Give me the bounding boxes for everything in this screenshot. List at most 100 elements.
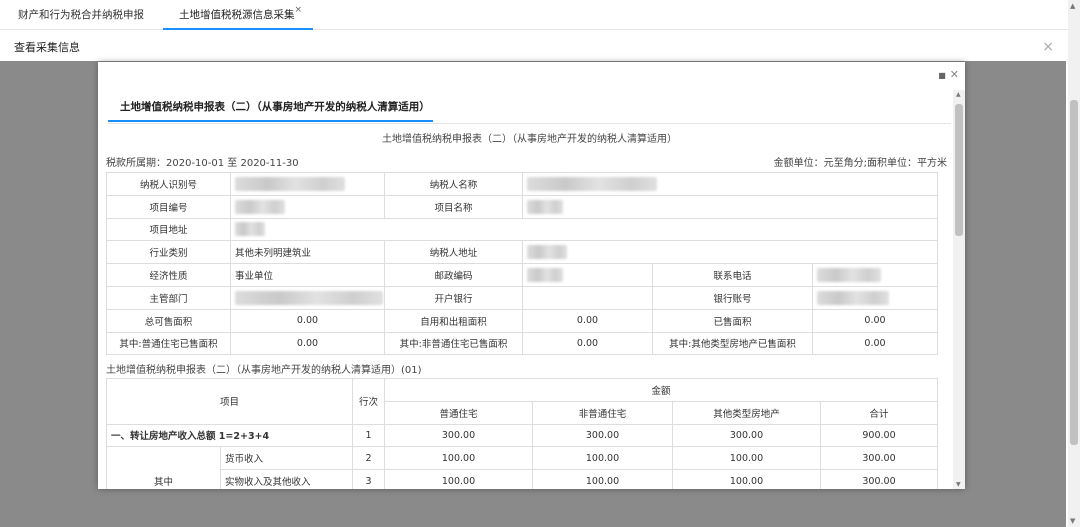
dept-value (230, 285, 385, 310)
table-row: 一、转让房地产收入总额 1=2+3+4 1 300.00 300.00 300.… (105, 423, 939, 448)
modal-tools: ■ ✕ (938, 68, 959, 81)
cell-label: 经济性质 (106, 263, 231, 287)
tab-land-vat-source-collection[interactable]: 土地增值税税源信息采集 × (163, 0, 313, 30)
saleable-value: 0.00 (230, 308, 385, 333)
cell-label: 项目地址 (106, 217, 231, 242)
cell-label: 其中:普通住宅已售面积 (106, 331, 231, 356)
postcode-value (522, 263, 653, 287)
row-value: 100.00 (532, 469, 674, 489)
cell-label: 总可售面积 (106, 308, 231, 333)
row-value: 300.00 (384, 423, 534, 448)
row-value: 300.00 (820, 469, 939, 489)
bank-value (522, 285, 653, 310)
phone-value (812, 263, 938, 287)
cell-label: 纳税人名称 (384, 172, 523, 196)
taxpayer-id-value (230, 172, 385, 196)
tab-property-tax-declaration[interactable]: 财产和行为税合并纳税申报 (18, 0, 144, 30)
panel-header: 查看采集信息 × (0, 31, 1068, 61)
econ-value: 事业单位 (230, 263, 385, 287)
industry-value: 其他未列明建筑业 (230, 240, 385, 265)
scroll-down-icon[interactable]: ▼ (1070, 517, 1075, 525)
row-value: 100.00 (384, 446, 534, 471)
subtable-title: 土地增值税纳税申报表（二）（从事房地产开发的纳税人清算适用）(01) (106, 365, 422, 376)
table-row: 其中 货币收入 2 100.00 100.00 100.00 300.00 (106, 446, 939, 489)
form-title: 土地增值税纳税申报表（二）（从事房地产开发的纳税人清算适用） (382, 134, 677, 145)
modal-scroll-up-icon[interactable]: ▲ (956, 91, 961, 98)
cell-label: 自用和出租面积 (384, 308, 523, 333)
row-line: 3 (352, 469, 386, 489)
modal-tab-declaration-form[interactable]: 土地增值税纳税申报表（二）（从事房地产开发的纳税人清算适用） (108, 92, 433, 122)
cell-label: 主管部门 (106, 285, 231, 310)
cell-label: 银行账号 (652, 285, 813, 310)
table-row: 其中:普通住宅已售面积 0.00 其中:非普通住宅已售面积 0.00 其中:其他… (106, 331, 938, 356)
tab-label: 土地增值税税源信息采集 (179, 9, 295, 21)
cell-label: 开户银行 (384, 285, 523, 310)
panel-close-icon[interactable]: × (1042, 39, 1054, 55)
table-row: 主管部门 开户银行 银行账号 (106, 285, 938, 310)
tab-bar: 财产和行为税合并纳税申报 土地增值税税源信息采集 × (0, 0, 1068, 30)
header-other: 其他类型房地产 (672, 400, 822, 425)
row-line: 1 (352, 423, 386, 448)
table-row: 总可售面积 0.00 自用和出租面积 0.00 已售面积 0.00 (106, 308, 938, 333)
account-value (812, 285, 938, 310)
table-row: 经济性质 事业单位 邮政编码 联系电话 (106, 263, 938, 287)
declaration-modal: ■ ✕ 土地增值税纳税申报表（二）（从事房地产开发的纳税人清算适用） ▲ ▼ 土地… (98, 62, 965, 489)
taxpayer-name-value (522, 172, 938, 196)
row-value: 100.00 (532, 446, 674, 471)
modal-scroll-thumb[interactable] (955, 104, 963, 236)
cell-label: 联系电话 (652, 263, 813, 287)
amounts-table: 项目 行次 金额 普通住宅 非普通住宅 其他类型房地产 合计 一、转让房地产收入… (105, 378, 939, 489)
header-line: 行次 (352, 378, 386, 425)
row-value: 100.00 (672, 469, 822, 489)
nonnormal-sold-value: 0.00 (522, 331, 653, 356)
row-value: 300.00 (820, 446, 939, 471)
cell-label: 其中:其他类型房地产已售面积 (652, 331, 813, 356)
row-value: 900.00 (820, 423, 939, 448)
row-item: 货币收入 (219, 446, 354, 471)
modal-scrollbar[interactable]: ▲ ▼ (953, 90, 965, 489)
table-row: 行业类别 其他未列明建筑业 纳税人地址 (106, 240, 938, 265)
modal-scroll-down-icon[interactable]: ▼ (956, 481, 961, 488)
table-row: 实物收入及其他收入 3 100.00 100.00 100.00 300.00 (107, 469, 939, 489)
row-value: 100.00 (384, 469, 534, 489)
maximize-icon[interactable]: ■ (938, 71, 946, 80)
tab-close-icon[interactable]: × (295, 0, 303, 25)
table-header-row: 项目 行次 金额 (105, 378, 939, 425)
table-row: 纳税人识别号 纳税人名称 (106, 172, 938, 196)
selfuse-value: 0.00 (522, 308, 653, 333)
cell-label: 行业类别 (106, 240, 231, 265)
page-scrollbar[interactable]: ▲ ▼ (1068, 0, 1080, 527)
cell-label: 其中:非普通住宅已售面积 (384, 331, 523, 356)
row-value: 100.00 (672, 446, 822, 471)
project-addr-value (230, 217, 938, 242)
unit-note: 金额单位：元至角分;面积单位：平方米 (773, 158, 947, 169)
project-name-value (522, 194, 938, 219)
row-item: 实物收入及其他收入 (219, 469, 354, 489)
cell-label: 项目编号 (106, 194, 231, 219)
cell-label: 已售面积 (652, 308, 813, 333)
row-value: 300.00 (672, 423, 822, 448)
modal-close-icon[interactable]: ✕ (950, 68, 959, 81)
header-total: 合计 (820, 400, 939, 425)
header-amount: 金额 (384, 378, 939, 402)
modal-tab-divider (108, 123, 951, 124)
table-row: 项目地址 (106, 217, 938, 242)
cell-label: 纳税人识别号 (106, 172, 231, 196)
row-line: 2 (352, 446, 386, 471)
row-value: 300.00 (532, 423, 674, 448)
taxpayer-info-table: 纳税人识别号 纳税人名称 项目编号 项目名称 项目地址 行业类别 其他未列明建筑… (106, 172, 938, 356)
page-scroll-thumb[interactable] (1070, 100, 1078, 445)
other-sold-value: 0.00 (812, 331, 938, 356)
row-group: 其中 (106, 446, 221, 489)
cell-label: 纳税人地址 (384, 240, 523, 265)
cell-label: 邮政编码 (384, 263, 523, 287)
taxpayer-addr-value (522, 240, 938, 265)
normal-sold-value: 0.00 (230, 331, 385, 356)
table-row: 项目编号 项目名称 (106, 194, 938, 219)
cell-label: 项目名称 (384, 194, 523, 219)
panel-title: 查看采集信息 (14, 41, 80, 54)
sold-value: 0.00 (812, 308, 938, 333)
header-nonnormal: 非普通住宅 (532, 400, 674, 425)
project-no-value (230, 194, 385, 219)
scroll-up-icon[interactable]: ▲ (1070, 2, 1075, 10)
